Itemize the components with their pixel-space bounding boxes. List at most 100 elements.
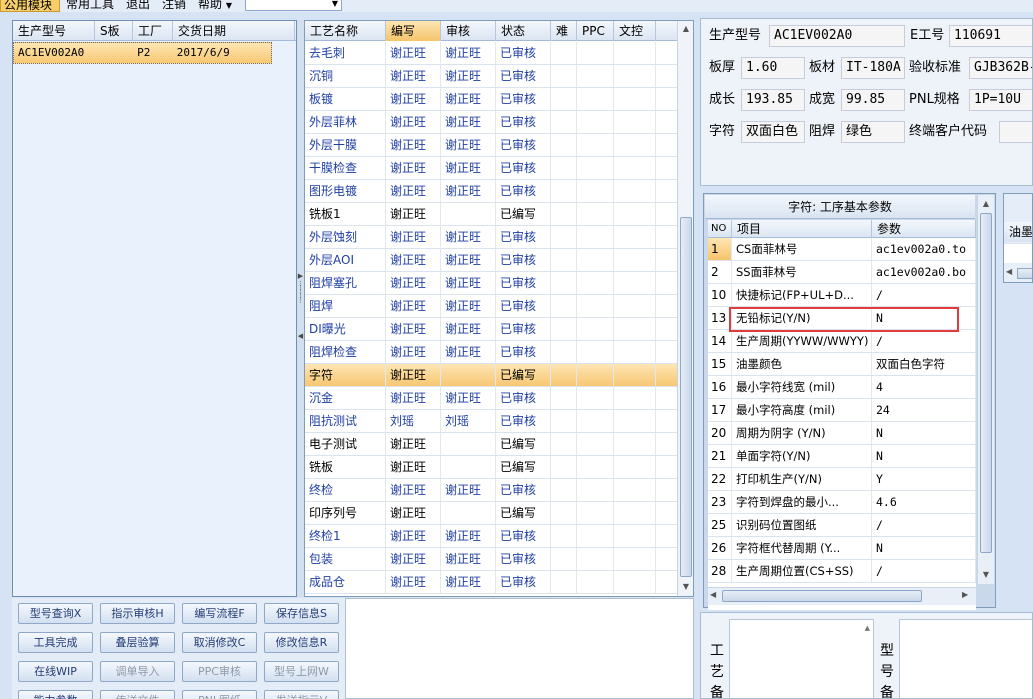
scroll-thumb[interactable] — [680, 217, 692, 577]
tool-complete-button[interactable]: 工具完成 — [18, 632, 93, 653]
process-row[interactable]: 外层干膜 谢正旺 谢正旺 已审核 — [305, 134, 677, 157]
column-header-param[interactable]: 参数 — [872, 220, 976, 238]
param-row[interactable]: 10 快捷标记(FP+UL+D... / — [708, 284, 976, 307]
process-row[interactable]: 去毛刺 谢正旺 谢正旺 已审核 — [305, 42, 677, 65]
pnl-field[interactable]: 1P=10U — [969, 89, 1032, 111]
param-row[interactable]: 2 SS面菲林号 ac1ev002a0.bo — [708, 261, 976, 284]
stackup-check-button[interactable]: 叠层验算 — [100, 632, 175, 653]
param-value-cell[interactable]: ac1ev002a0.bo — [872, 261, 976, 283]
transfer-file-button[interactable]: 传送文件 — [100, 690, 175, 699]
column-header-delivery-date[interactable]: 交货日期 — [173, 21, 295, 41]
param-value-cell[interactable]: N — [872, 422, 976, 444]
width-field[interactable]: 99.85 — [841, 89, 905, 111]
param-row[interactable]: 21 单面字符(Y/N) N — [708, 445, 976, 468]
param-row[interactable]: 14 生产周期(YYWW/WWYY) / — [708, 330, 976, 353]
scroll-up-icon[interactable]: ▲ — [978, 198, 994, 210]
param-value-cell[interactable]: 4.6 — [872, 491, 976, 513]
param-value-cell[interactable]: / — [872, 284, 976, 306]
column-header-model[interactable]: 生产型号 — [13, 21, 95, 41]
pnl-drawing-button[interactable]: PNL图纸 — [182, 690, 257, 699]
param-row[interactable]: 15 油墨颜色 双面白色字符 — [708, 353, 976, 376]
process-row[interactable]: 外层菲林 谢正旺 谢正旺 已审核 — [305, 111, 677, 134]
eno-field[interactable]: 110691 — [949, 25, 1032, 47]
param-row[interactable]: 28 生产周期位置(CS+SS) / — [708, 560, 976, 583]
process-row[interactable]: 阻焊检查 谢正旺 谢正旺 已审核 — [305, 341, 677, 364]
param-value-cell[interactable]: / — [872, 560, 976, 582]
capability-params-button[interactable]: 能力参数 — [18, 690, 93, 699]
process-row[interactable]: 印序列号 谢正旺 已编写 — [305, 502, 677, 525]
process-row[interactable]: 干膜检查 谢正旺 谢正旺 已审核 — [305, 157, 677, 180]
column-header-process-name[interactable]: 工艺名称 — [305, 21, 386, 41]
process-row[interactable]: 外层蚀刻 谢正旺 谢正旺 已审核 — [305, 226, 677, 249]
menu-logout[interactable]: 注销 — [162, 0, 188, 12]
param-value-cell[interactable]: ac1ev002a0.to — [872, 238, 976, 260]
param-row[interactable]: 17 最小字符高度 (mil) 24 — [708, 399, 976, 422]
instruction-review-button[interactable]: 指示审核H — [100, 603, 175, 624]
process-row[interactable]: 图形电镀 谢正旺 谢正旺 已审核 — [305, 180, 677, 203]
save-info-button[interactable]: 保存信息S — [264, 603, 339, 624]
write-flow-button[interactable]: 编写流程F — [182, 603, 257, 624]
param-row[interactable]: 1 CS面菲林号 ac1ev002a0.to — [708, 238, 976, 261]
order-import-button[interactable]: 调单导入 — [100, 661, 175, 682]
model-query-button[interactable]: 型号查询X — [18, 603, 93, 624]
toolbar-dropdown[interactable]: ▼ — [245, 0, 342, 11]
menu-public-module[interactable]: 公用模块 — [0, 0, 60, 12]
param-row[interactable]: 23 字符到焊盘的最小... 4.6 — [708, 491, 976, 514]
param-value-cell[interactable]: 24 — [872, 399, 976, 421]
process-row[interactable]: 阻焊塞孔 谢正旺 谢正旺 已审核 — [305, 272, 677, 295]
ink-column-header[interactable]: 油墨 — [1004, 222, 1032, 242]
process-row[interactable]: DI曝光 谢正旺 谢正旺 已审核 — [305, 318, 677, 341]
model-upload-button[interactable]: 型号上网W — [264, 661, 339, 682]
param-row[interactable]: 20 周期为阴字 (Y/N) N — [708, 422, 976, 445]
params-horizontal-scrollbar[interactable]: ◀ ▶ — [708, 587, 976, 605]
process-row[interactable]: 终检 谢正旺 谢正旺 已审核 — [305, 479, 677, 502]
column-header-s-board[interactable]: S板 — [95, 21, 133, 41]
ink-hscroll[interactable]: ◀ — [1004, 266, 1032, 282]
customer-field[interactable] — [999, 121, 1032, 143]
param-value-cell[interactable]: N — [872, 445, 976, 467]
scroll-left-icon[interactable]: ◀ — [1006, 267, 1012, 276]
ppc-review-button[interactable]: PPC审核 — [182, 661, 257, 682]
params-hscroll-thumb[interactable] — [722, 590, 922, 602]
process-grid-scrollbar[interactable]: ▲ ▼ — [677, 21, 693, 596]
process-row[interactable]: 包装 谢正旺 谢正旺 已审核 — [305, 548, 677, 571]
ink-row[interactable] — [1004, 243, 1032, 263]
scroll-up-icon[interactable]: ▲ — [678, 23, 693, 35]
param-row[interactable]: 25 识别码位置图纸 / — [708, 514, 976, 537]
scroll-down-icon[interactable]: ▼ — [678, 581, 693, 593]
process-row[interactable]: 外层AOI 谢正旺 谢正旺 已审核 — [305, 249, 677, 272]
menu-exit[interactable]: 退出 — [126, 0, 152, 12]
column-header-item[interactable]: 项目 — [732, 220, 872, 238]
param-row[interactable]: 22 打印机生产(Y/N) Y — [708, 468, 976, 491]
params-vertical-scrollbar[interactable]: ▲ ▼ — [977, 195, 994, 584]
param-row[interactable]: 16 最小字符线宽 (mil) 4 — [708, 376, 976, 399]
process-row[interactable]: 阻焊 谢正旺 谢正旺 已审核 — [305, 295, 677, 318]
process-row[interactable]: 板镀 谢正旺 谢正旺 已审核 — [305, 88, 677, 111]
process-row[interactable]: 阻抗测试 刘瑶 刘瑶 已审核 — [305, 410, 677, 433]
cancel-edit-button[interactable]: 取消修改C — [182, 632, 257, 653]
column-header-ppc[interactable]: PPC — [577, 21, 614, 41]
param-row[interactable]: 26 字符框代替周期 (Y... N — [708, 537, 976, 560]
process-row[interactable]: 沉铜 谢正旺 谢正旺 已审核 — [305, 65, 677, 88]
scroll-up-icon[interactable]: ▲ — [865, 624, 870, 632]
online-wip-button[interactable]: 在线WIP — [18, 661, 93, 682]
params-scroll-thumb[interactable] — [980, 213, 992, 553]
column-header-writer[interactable]: 编写 — [386, 21, 441, 41]
column-header-reviewer[interactable]: 审核 — [441, 21, 496, 41]
process-row[interactable]: 铣板1 谢正旺 已编写 — [305, 203, 677, 226]
param-value-cell[interactable]: / — [872, 514, 976, 536]
param-value-cell[interactable]: N — [872, 537, 976, 559]
column-header-difficulty[interactable]: 难 — [551, 21, 577, 41]
model-field[interactable]: AC1EV002A0 — [769, 25, 905, 47]
process-row[interactable]: 铣板 谢正旺 已编写 — [305, 456, 677, 479]
model-note-textarea[interactable] — [899, 619, 1032, 698]
process-row[interactable]: 沉金 谢正旺 谢正旺 已审核 — [305, 387, 677, 410]
send-instruction-button[interactable]: 发送指示V — [264, 690, 339, 699]
thickness-field[interactable]: 1.60 — [741, 57, 805, 79]
column-header-factory[interactable]: 工厂 — [133, 21, 173, 41]
menu-common-tools[interactable]: 常用工具 — [66, 0, 116, 12]
length-field[interactable]: 193.85 — [741, 89, 805, 111]
edit-info-button[interactable]: 修改信息R — [264, 632, 339, 653]
scroll-down-icon[interactable]: ▼ — [978, 569, 994, 581]
order-row-selected[interactable]: AC1EV002A0 P2 2017/6/9 — [13, 42, 272, 64]
